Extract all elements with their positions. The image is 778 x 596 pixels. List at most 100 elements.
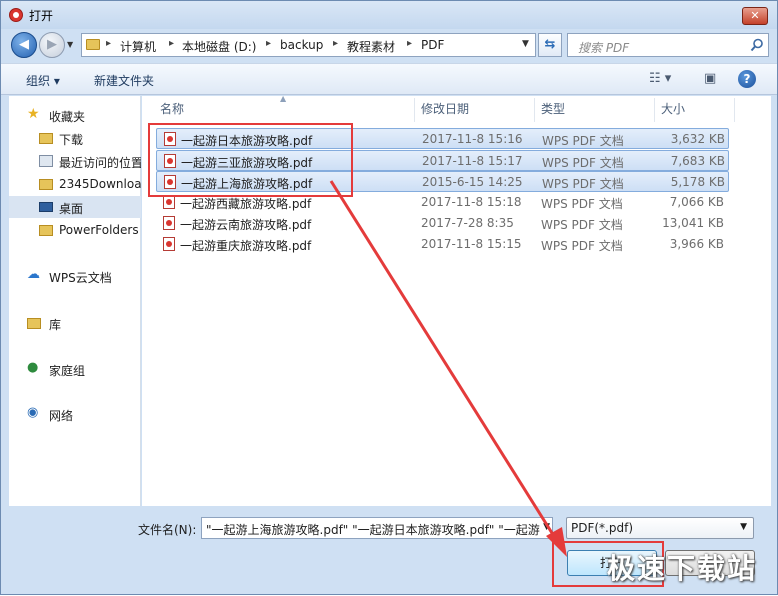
sidebar-item-network[interactable]: ◉ 网络 (9, 403, 141, 425)
forward-button[interactable]: ▶ (39, 32, 65, 58)
sidebar-item-label: 下载 (59, 133, 84, 147)
help-icon[interactable]: ? (738, 70, 756, 88)
preview-pane-icon[interactable]: ▣ (704, 71, 716, 86)
filename-input[interactable]: "一起游上海旅游攻略.pdf" "一起游日本旅游攻略.pdf" "一起游 ▼ (201, 517, 553, 539)
search-icon[interactable] (750, 38, 764, 52)
address-dropdown-icon[interactable]: ▼ (522, 39, 529, 49)
view-options-icon[interactable]: ☷ ▾ (649, 71, 671, 86)
back-button[interactable]: ◀ (11, 32, 37, 58)
close-button[interactable]: ✕ (742, 7, 768, 25)
sidebar-item-libraries[interactable]: 库 (9, 312, 141, 334)
sidebar-item-recent-places[interactable]: 最近访问的位置 (9, 150, 141, 172)
annotation-highlight-selected-files (148, 123, 353, 197)
refresh-button[interactable]: ⇆ (538, 33, 562, 57)
sort-ascending-icon: ▲ (280, 94, 287, 103)
breadcrumb-separator-icon[interactable]: ▸ (266, 38, 271, 49)
column-divider[interactable] (654, 98, 655, 122)
file-type: WPS PDF 文档 (542, 156, 624, 170)
homegroup-icon: ● (27, 360, 39, 375)
file-date: 2017-11-8 15:17 (422, 154, 523, 168)
file-name: 一起游重庆旅游攻略.pdf (180, 239, 312, 253)
column-divider[interactable] (734, 98, 735, 122)
sidebar-item-label: PowerFolders (59, 223, 139, 237)
sidebar-item-desktop[interactable]: 桌面 (9, 196, 141, 218)
file-type: WPS PDF 文档 (542, 134, 624, 148)
breadcrumb-computer[interactable]: 计算机 (120, 38, 156, 55)
breadcrumb-backup[interactable]: backup (280, 38, 323, 52)
column-header-type[interactable]: 类型 (541, 96, 565, 122)
new-folder-button[interactable]: 新建文件夹 (94, 72, 154, 89)
file-date: 2017-11-8 15:16 (422, 132, 523, 146)
file-row[interactable]: 一起游重庆旅游攻略.pdf 2017-11-8 15:15 WPS PDF 文档… (156, 234, 729, 255)
folder-icon (39, 225, 53, 236)
column-divider[interactable] (414, 98, 415, 122)
file-name: 一起游云南旅游攻略.pdf (180, 218, 312, 232)
sidebar-item-powerfolders[interactable]: PowerFolders (9, 219, 141, 241)
column-header-name[interactable]: 名称 (160, 96, 184, 122)
filename-label: 文件名(N): (138, 523, 197, 537)
site-watermark: 极速下载站 (607, 552, 758, 585)
sidebar-item-label: 2345Downloads (59, 177, 141, 191)
file-date: 2017-11-8 15:15 (421, 237, 522, 251)
file-type: WPS PDF 文档 (541, 239, 623, 253)
navigation-bar: ◀ ▶ ▼ ▸ 计算机 ▸ 本地磁盘 (D:) ▸ backup ▸ 教程素材 … (1, 29, 777, 61)
sidebar-item-homegroup[interactable]: ● 家庭组 (9, 358, 141, 380)
star-icon: ★ (27, 106, 40, 122)
file-type: WPS PDF 文档 (542, 177, 624, 191)
sidebar-item-label: 家庭组 (49, 364, 86, 378)
pdf-file-icon (163, 195, 175, 209)
file-date: 2017-11-8 15:18 (421, 195, 522, 209)
sidebar-item-label: WPS云文档 (49, 271, 112, 285)
library-icon (27, 318, 41, 329)
recent-places-icon (39, 155, 53, 167)
sidebar-item-2345downloads[interactable]: 2345Downloads (9, 173, 141, 195)
sidebar-item-wps-cloud[interactable]: ☁ WPS云文档 (9, 265, 141, 287)
pdf-file-icon (163, 216, 175, 230)
recent-pages-dropdown-icon[interactable]: ▼ (67, 40, 77, 50)
file-size: 7,066 KB (669, 195, 724, 209)
sidebar-item-label: 网络 (49, 409, 74, 423)
breadcrumb-separator-icon[interactable]: ▸ (169, 38, 174, 49)
chevron-down-icon[interactable]: ▼ (541, 522, 550, 532)
column-header-date[interactable]: 修改日期 (421, 96, 469, 122)
navigation-pane: ★ 收藏夹 下载 最近访问的位置 2345Downloads 桌面 PowerF… (9, 96, 141, 506)
sidebar-item-label: 库 (49, 318, 62, 332)
sidebar-item-favorites[interactable]: ★ 收藏夹 (9, 104, 141, 126)
title-bar: 打开 ✕ (1, 1, 777, 29)
file-type-select[interactable]: PDF(*.pdf) ▼ (566, 517, 754, 539)
breadcrumb-pdf[interactable]: PDF (421, 38, 444, 52)
cloud-icon: ☁ (27, 267, 40, 282)
file-size: 3,632 KB (670, 132, 725, 146)
sidebar-item-downloads[interactable]: 下载 (9, 127, 141, 149)
sidebar-item-label: 最近访问的位置 (59, 156, 141, 170)
file-size: 3,966 KB (669, 237, 724, 251)
file-row[interactable]: 一起游云南旅游攻略.pdf 2017-7-28 8:35 WPS PDF 文档 … (156, 213, 729, 234)
desktop-icon (39, 202, 53, 212)
address-bar[interactable]: ▸ 计算机 ▸ 本地磁盘 (D:) ▸ backup ▸ 教程素材 ▸ PDF … (81, 33, 536, 57)
search-placeholder: 搜索 PDF (578, 41, 630, 55)
file-type: WPS PDF 文档 (541, 197, 623, 211)
breadcrumb-separator-icon[interactable]: ▸ (407, 38, 412, 49)
breadcrumb-drive-d[interactable]: 本地磁盘 (D:) (182, 38, 256, 55)
search-input[interactable]: 搜索 PDF (567, 33, 769, 57)
organize-menu[interactable]: 组织 ▾ (26, 72, 60, 89)
breadcrumb-tutorial-material[interactable]: 教程素材 (347, 38, 395, 55)
folder-icon (39, 179, 53, 190)
window-title: 打开 (29, 9, 54, 23)
download-folder-icon (39, 133, 53, 144)
chevron-down-icon: ▼ (740, 522, 747, 532)
file-name: 一起游西藏旅游攻略.pdf (180, 197, 312, 211)
app-icon (9, 8, 23, 22)
sidebar-item-label: 桌面 (59, 202, 84, 216)
file-size: 13,041 KB (662, 216, 724, 230)
column-header-size[interactable]: 大小 (661, 96, 685, 122)
file-type: WPS PDF 文档 (541, 218, 623, 232)
network-icon: ◉ (27, 405, 39, 420)
breadcrumb-separator-icon[interactable]: ▸ (106, 38, 111, 49)
column-divider[interactable] (534, 98, 535, 122)
file-date: 2015-6-15 14:25 (422, 175, 523, 189)
file-date: 2017-7-28 8:35 (421, 216, 514, 230)
open-file-dialog: 打开 ✕ ◀ ▶ ▼ ▸ 计算机 ▸ 本地磁盘 (D:) ▸ backup ▸ … (0, 0, 778, 595)
breadcrumb-separator-icon[interactable]: ▸ (333, 38, 338, 49)
command-toolbar: 组织 ▾ 新建文件夹 ☷ ▾ ▣ ? (1, 63, 777, 95)
